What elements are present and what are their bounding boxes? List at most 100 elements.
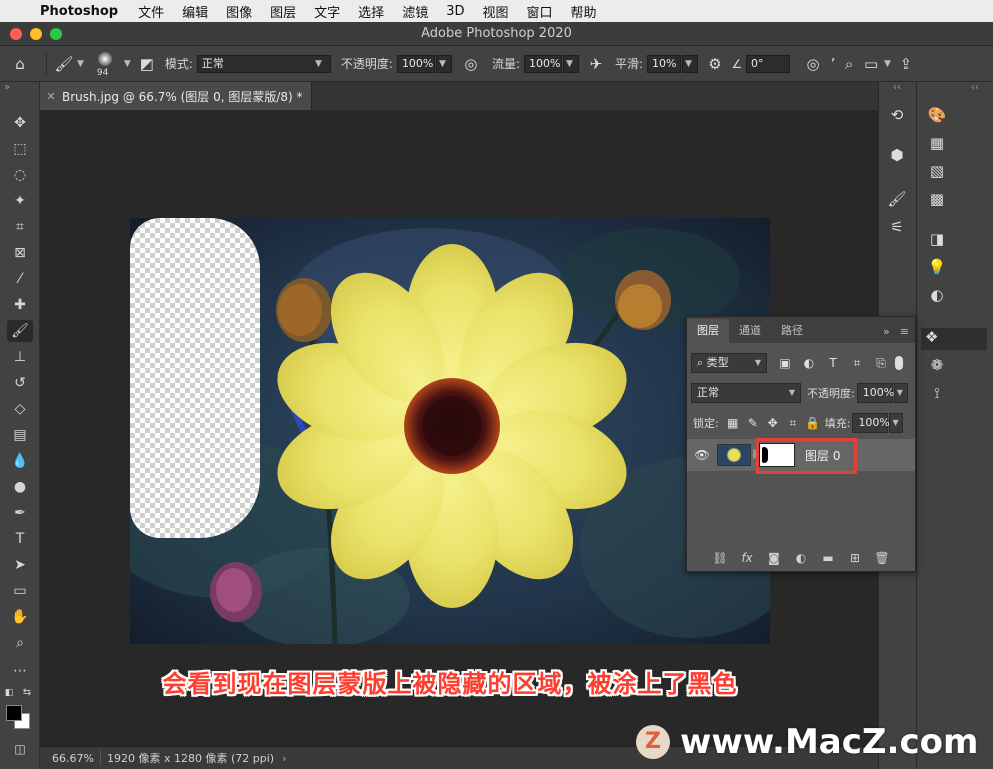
chevron-down-icon[interactable]: ▼: [884, 59, 891, 69]
filter-toggle[interactable]: [895, 356, 903, 370]
eyedropper-tool-icon[interactable]: ⁄: [7, 268, 33, 290]
move-tool-icon[interactable]: ✥: [7, 112, 33, 134]
lock-position-icon[interactable]: ✥: [763, 416, 783, 430]
flow-field[interactable]: 100%: [523, 54, 562, 73]
fill-field[interactable]: 100%: [852, 413, 890, 433]
blend-mode-select[interactable]: 正常 ▼: [691, 383, 801, 403]
adjustment-filter-icon[interactable]: ◐: [797, 356, 821, 370]
menu-app-name[interactable]: Photoshop: [40, 4, 118, 19]
layer-opacity-field[interactable]: 100%: [856, 383, 894, 403]
eye-icon[interactable]: 👁: [687, 448, 717, 462]
healing-brush-tool-icon[interactable]: ✚: [7, 294, 33, 316]
swatches-panel-icon[interactable]: ▦: [923, 134, 951, 152]
menu-item-view[interactable]: 视图: [482, 2, 508, 21]
layers-panel-icon[interactable]: ❖: [921, 328, 987, 350]
opacity-field[interactable]: 100%: [396, 54, 435, 73]
menu-item-filter[interactable]: 滤镜: [402, 2, 428, 21]
layer-filter-select[interactable]: ⌕ 类型 ▼: [691, 353, 767, 373]
gradients-panel-icon[interactable]: ▧: [923, 162, 951, 180]
brush-tool-preset-icon[interactable]: 🖌: [53, 55, 75, 73]
angle-field[interactable]: 0°: [746, 54, 791, 73]
add-mask-icon[interactable]: ◙: [761, 551, 788, 565]
menu-item-layer[interactable]: 图层: [270, 2, 296, 21]
history-panel-icon[interactable]: ⟲: [883, 106, 911, 124]
rectangle-tool-icon[interactable]: ▭: [7, 580, 33, 602]
patterns-panel-icon[interactable]: ▩: [923, 190, 951, 208]
tool-presets-icon[interactable]: ⚟: [883, 218, 911, 236]
tab-channels[interactable]: 通道: [729, 319, 771, 343]
fill-dropdown[interactable]: ▼: [889, 413, 904, 433]
paths-panel-icon[interactable]: ⟟: [923, 384, 951, 402]
dodge-tool-icon[interactable]: ●: [7, 476, 33, 498]
panel-menu-icon[interactable]: ≡: [894, 325, 915, 343]
fx-icon[interactable]: fx: [734, 551, 761, 565]
crop-tool-icon[interactable]: ⌗: [7, 216, 33, 238]
lock-all-icon[interactable]: 🔒: [803, 416, 823, 430]
folder-icon[interactable]: ▬: [815, 551, 842, 565]
brush-panel-icon[interactable]: 🖌: [883, 190, 911, 208]
chevron-down-icon[interactable]: ▼: [124, 59, 131, 69]
properties-panel-icon[interactable]: ◨: [923, 230, 951, 248]
type-tool-icon[interactable]: T: [7, 528, 33, 550]
menu-item-3d[interactable]: 3D: [446, 4, 464, 19]
foreground-color-swatch[interactable]: [6, 705, 22, 721]
channels-panel-icon[interactable]: ❁: [923, 356, 951, 374]
zoom-tool-icon[interactable]: ⌕: [7, 632, 33, 654]
workspace-icon[interactable]: ▭: [860, 55, 882, 73]
layer-opacity-dropdown[interactable]: ▼: [893, 383, 908, 403]
shape-filter-icon[interactable]: ⌗: [845, 356, 869, 371]
frame-tool-icon[interactable]: ⊠: [7, 242, 33, 264]
menu-item-help[interactable]: 帮助: [571, 2, 597, 21]
home-icon[interactable]: ⌂: [0, 55, 40, 73]
3d-panel-icon[interactable]: ⬢: [883, 146, 911, 164]
eraser-tool-icon[interactable]: ◇: [7, 398, 33, 420]
pen-tool-icon[interactable]: ✒: [7, 502, 33, 524]
lock-pixels-icon[interactable]: ✎: [743, 416, 763, 430]
menu-item-select[interactable]: 选择: [358, 2, 384, 21]
lasso-tool-icon[interactable]: ◌: [7, 164, 33, 186]
brush-settings-icon[interactable]: ◩: [135, 55, 159, 73]
collapse-dock-icon[interactable]: ‹‹: [883, 82, 911, 93]
chevron-right-icon[interactable]: ›: [282, 752, 286, 765]
menu-item-type[interactable]: 文字: [314, 2, 340, 21]
trash-icon[interactable]: 🗑: [869, 551, 896, 565]
close-tab-icon[interactable]: ✕: [40, 90, 62, 103]
gradient-tool-icon[interactable]: ▤: [7, 424, 33, 446]
document-tab[interactable]: ✕ Brush.jpg @ 66.7% (图层 0, 图层蒙版/8) *: [40, 82, 312, 110]
collapse-dock-icon[interactable]: ‹‹: [961, 82, 989, 93]
brush-size-picker[interactable]: 94: [88, 47, 122, 81]
zoom-level[interactable]: 66.67%: [40, 752, 100, 765]
blur-tool-icon[interactable]: 💧: [7, 450, 33, 472]
collapse-panel-icon[interactable]: »: [879, 325, 894, 343]
tab-layers[interactable]: 图层: [687, 319, 729, 343]
magic-wand-tool-icon[interactable]: ✦: [7, 190, 33, 212]
menu-item-edit[interactable]: 编辑: [182, 2, 208, 21]
menu-item-window[interactable]: 窗口: [527, 2, 553, 21]
link-layers-icon[interactable]: ⛓: [707, 551, 734, 565]
path-selection-tool-icon[interactable]: ➤: [7, 554, 33, 576]
opacity-dropdown[interactable]: ▼: [435, 54, 452, 73]
layer-thumbnail[interactable]: [717, 444, 751, 466]
pressure-opacity-icon[interactable]: ◎: [458, 55, 484, 73]
type-filter-icon[interactable]: T: [821, 356, 845, 370]
stamp-tool-icon[interactable]: ⊥: [7, 346, 33, 368]
color-panel-icon[interactable]: 🎨: [923, 106, 951, 124]
new-layer-icon[interactable]: ⊞: [842, 551, 869, 565]
adjustment-layer-icon[interactable]: ◐: [788, 551, 815, 565]
pixel-filter-icon[interactable]: ▣: [773, 356, 797, 370]
gear-icon[interactable]: ⚙: [702, 55, 728, 73]
quick-mask-icon[interactable]: ◫: [7, 738, 33, 760]
menu-item-image[interactable]: 图像: [226, 2, 252, 21]
pressure-size-icon[interactable]: ◎: [798, 55, 828, 73]
learn-panel-icon[interactable]: 💡: [923, 258, 951, 276]
tab-paths[interactable]: 路径: [771, 319, 813, 343]
share-icon[interactable]: ⇪: [895, 55, 917, 73]
flow-dropdown[interactable]: ▼: [562, 54, 579, 73]
chevron-down-icon[interactable]: ▼: [77, 59, 84, 69]
lock-transparency-icon[interactable]: ▦: [723, 416, 743, 430]
history-brush-tool-icon[interactable]: ↺: [7, 372, 33, 394]
brush-tool-icon[interactable]: 🖌: [7, 320, 33, 342]
marquee-tool-icon[interactable]: ⬚: [7, 138, 33, 160]
lock-artboard-icon[interactable]: ⌗: [783, 416, 803, 431]
airbrush-icon[interactable]: ✈: [583, 55, 609, 73]
